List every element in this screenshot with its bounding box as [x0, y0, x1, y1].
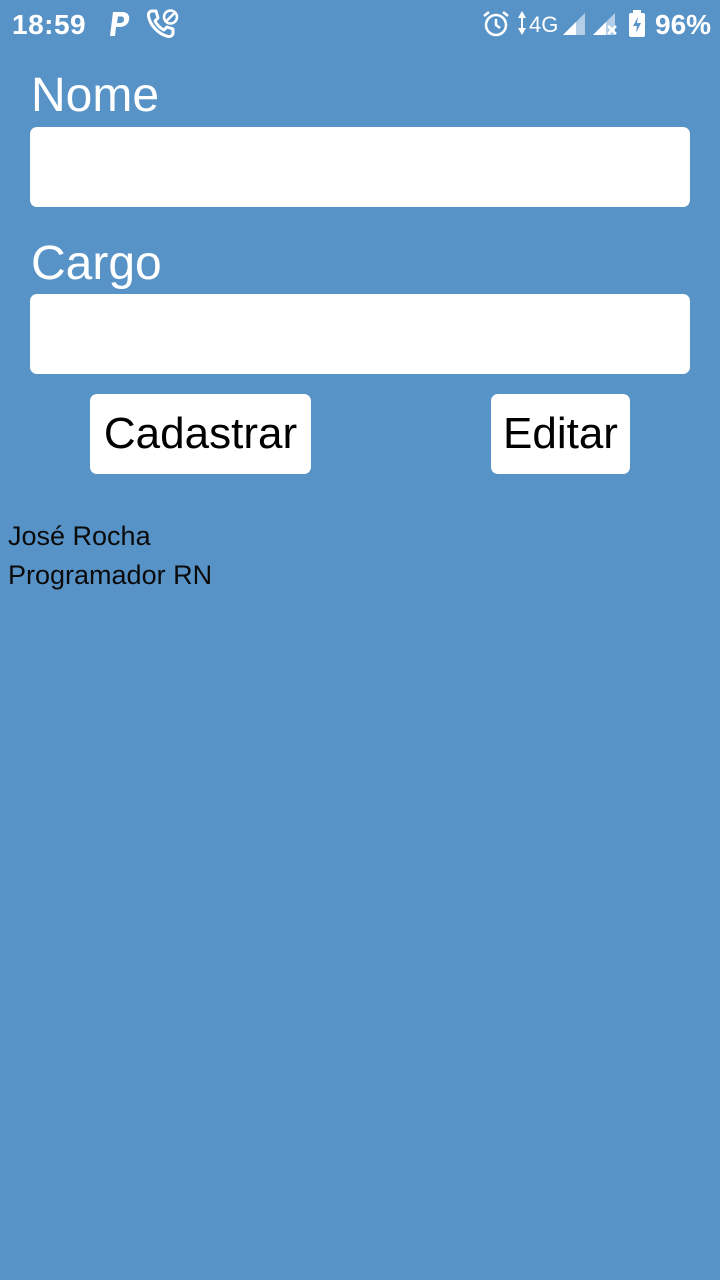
- call-blocked-icon: [146, 9, 179, 39]
- data-arrows-icon: [518, 11, 526, 35]
- record-role: Programador RN: [8, 560, 213, 590]
- list-item[interactable]: José Rocha Programador RN: [8, 517, 212, 595]
- name-input[interactable]: [30, 127, 690, 207]
- edit-button[interactable]: Editar: [491, 394, 630, 474]
- name-label: Nome: [31, 69, 160, 122]
- app-screen: 18:59 4G 96% Nome Cargo Cadastrar Editar…: [0, 0, 720, 1280]
- status-time: 18:59: [12, 9, 87, 40]
- status-bar: 18:59 4G 96%: [0, 0, 720, 50]
- role-input[interactable]: [30, 294, 690, 374]
- record-name: José Rocha: [8, 521, 151, 551]
- signal-no-sim-icon: [593, 13, 617, 35]
- alarm-icon: [483, 11, 509, 37]
- register-button[interactable]: Cadastrar: [90, 394, 311, 474]
- network-type-label: 4G: [529, 12, 559, 37]
- parking-p-icon: [110, 12, 130, 36]
- role-label: Cargo: [31, 237, 162, 290]
- battery-charging-icon: [629, 10, 645, 37]
- signal-icon: [563, 13, 585, 35]
- battery-percent: 96%: [655, 9, 712, 40]
